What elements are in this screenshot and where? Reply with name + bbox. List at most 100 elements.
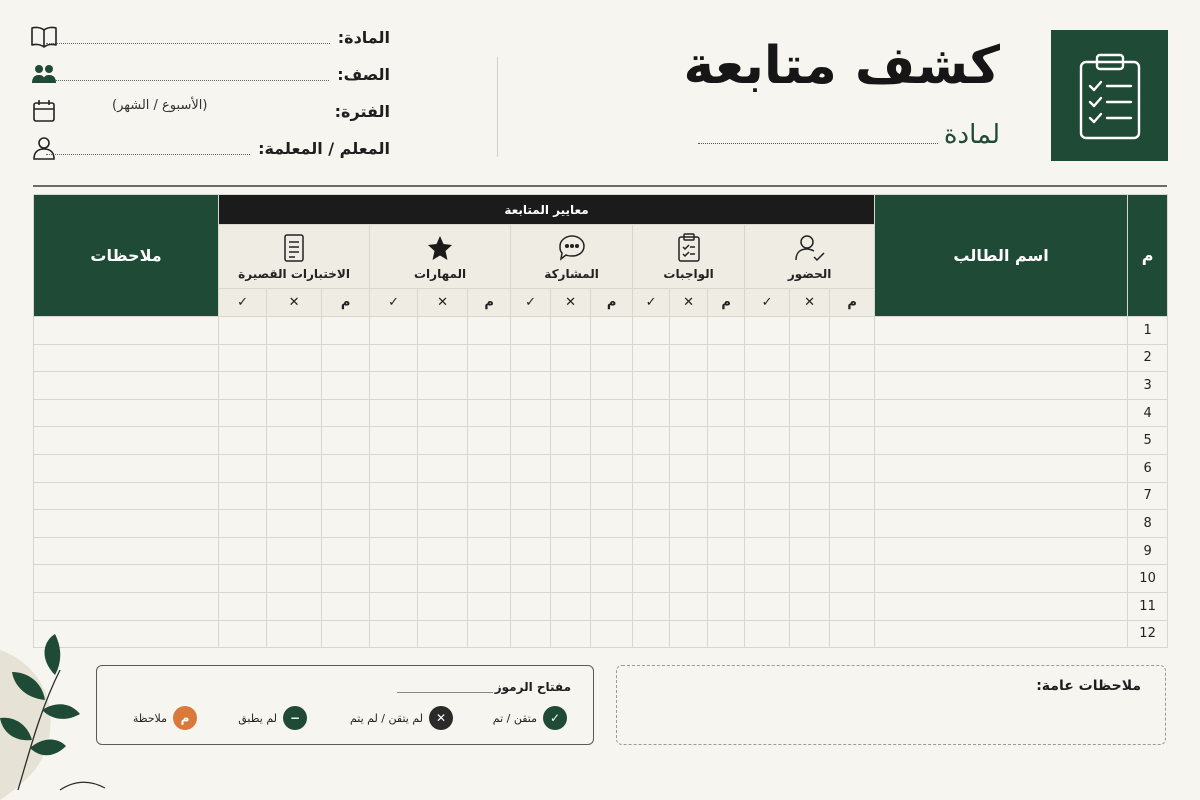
criterion-cell[interactable] — [510, 619, 552, 649]
criterion-cell[interactable] — [707, 371, 746, 400]
criterion-cell[interactable] — [707, 509, 746, 538]
criterion-cell[interactable] — [789, 619, 831, 649]
criterion-cell[interactable] — [217, 453, 268, 483]
criterion-cell[interactable] — [321, 619, 371, 649]
criterion-cell[interactable] — [590, 564, 634, 593]
criterion-cell[interactable] — [266, 343, 323, 373]
criterion-cell[interactable] — [669, 316, 709, 345]
criterion-cell[interactable] — [590, 481, 634, 511]
criterion-cell[interactable] — [467, 371, 512, 400]
criterion-cell[interactable] — [744, 619, 791, 649]
criterion-cell[interactable] — [369, 398, 419, 428]
criterion-cell[interactable] — [550, 316, 592, 345]
criterion-cell[interactable] — [369, 481, 419, 511]
criterion-cell[interactable] — [369, 536, 419, 566]
criterion-cell[interactable] — [829, 371, 876, 400]
criterion-cell[interactable] — [707, 481, 746, 511]
criterion-cell[interactable] — [632, 316, 671, 345]
criterion-cell[interactable] — [467, 426, 512, 455]
criterion-cell[interactable] — [217, 619, 268, 649]
criterion-cell[interactable] — [467, 564, 512, 593]
field-class-line[interactable] — [46, 67, 330, 81]
criterion-cell[interactable] — [266, 619, 323, 649]
criterion-cell[interactable] — [417, 509, 469, 538]
criterion-cell[interactable] — [707, 619, 746, 649]
criterion-cell[interactable] — [266, 509, 323, 538]
criterion-cell[interactable] — [789, 509, 831, 538]
criterion-cell[interactable] — [266, 453, 323, 483]
criterion-cell[interactable] — [510, 316, 552, 345]
criterion-cell[interactable] — [550, 536, 592, 566]
criterion-cell[interactable] — [417, 426, 469, 455]
criterion-cell[interactable] — [266, 316, 323, 345]
subtitle-fill-line[interactable] — [697, 124, 938, 144]
criterion-cell[interactable] — [744, 398, 791, 428]
criterion-cell[interactable] — [321, 509, 371, 538]
criterion-cell[interactable] — [266, 591, 323, 621]
criterion-cell[interactable] — [510, 481, 552, 511]
criterion-cell[interactable] — [321, 591, 371, 621]
criterion-cell[interactable] — [510, 398, 552, 428]
criterion-cell[interactable] — [510, 343, 552, 373]
notes-cell[interactable] — [33, 316, 219, 345]
criterion-cell[interactable] — [217, 509, 268, 538]
criterion-cell[interactable] — [550, 343, 592, 373]
criterion-cell[interactable] — [632, 619, 671, 649]
criterion-cell[interactable] — [369, 619, 419, 649]
criterion-cell[interactable] — [467, 481, 512, 511]
criterion-cell[interactable] — [590, 398, 634, 428]
student-name-cell[interactable] — [874, 536, 1129, 566]
criterion-cell[interactable] — [467, 316, 512, 345]
notes-cell[interactable] — [33, 453, 219, 483]
criterion-cell[interactable] — [217, 398, 268, 428]
criterion-cell[interactable] — [707, 536, 746, 566]
criterion-cell[interactable] — [266, 426, 323, 455]
criterion-cell[interactable] — [321, 564, 371, 593]
criterion-cell[interactable] — [744, 509, 791, 538]
criterion-cell[interactable] — [417, 619, 469, 649]
criterion-cell[interactable] — [744, 453, 791, 483]
criterion-cell[interactable] — [417, 564, 469, 593]
criterion-cell[interactable] — [417, 591, 469, 621]
criterion-cell[interactable] — [417, 371, 469, 400]
criterion-cell[interactable] — [266, 481, 323, 511]
criterion-cell[interactable] — [744, 536, 791, 566]
criterion-cell[interactable] — [590, 371, 634, 400]
criterion-cell[interactable] — [217, 316, 268, 345]
criterion-cell[interactable] — [217, 371, 268, 400]
criterion-cell[interactable] — [467, 591, 512, 621]
criterion-cell[interactable] — [369, 316, 419, 345]
criterion-cell[interactable] — [321, 453, 371, 483]
field-subject-line[interactable] — [46, 30, 330, 44]
criterion-cell[interactable] — [744, 564, 791, 593]
notes-cell[interactable] — [33, 509, 219, 538]
criterion-cell[interactable] — [829, 564, 876, 593]
criterion-cell[interactable] — [744, 426, 791, 455]
notes-cell[interactable] — [33, 398, 219, 428]
criterion-cell[interactable] — [632, 343, 671, 373]
criterion-cell[interactable] — [417, 343, 469, 373]
criterion-cell[interactable] — [467, 536, 512, 566]
criterion-cell[interactable] — [550, 371, 592, 400]
criterion-cell[interactable] — [829, 426, 876, 455]
criterion-cell[interactable] — [669, 453, 709, 483]
criterion-cell[interactable] — [590, 591, 634, 621]
criterion-cell[interactable] — [467, 509, 512, 538]
criterion-cell[interactable] — [369, 343, 419, 373]
student-name-cell[interactable] — [874, 481, 1129, 511]
criterion-cell[interactable] — [550, 426, 592, 455]
student-name-cell[interactable] — [874, 564, 1129, 593]
criterion-cell[interactable] — [829, 481, 876, 511]
criterion-cell[interactable] — [669, 426, 709, 455]
criterion-cell[interactable] — [369, 564, 419, 593]
criterion-cell[interactable] — [266, 398, 323, 428]
criterion-cell[interactable] — [217, 591, 268, 621]
criterion-cell[interactable] — [369, 371, 419, 400]
criterion-cell[interactable] — [467, 398, 512, 428]
criterion-cell[interactable] — [590, 536, 634, 566]
criterion-cell[interactable] — [266, 564, 323, 593]
criterion-cell[interactable] — [369, 453, 419, 483]
criterion-cell[interactable] — [789, 371, 831, 400]
criterion-cell[interactable] — [369, 591, 419, 621]
criterion-cell[interactable] — [321, 343, 371, 373]
